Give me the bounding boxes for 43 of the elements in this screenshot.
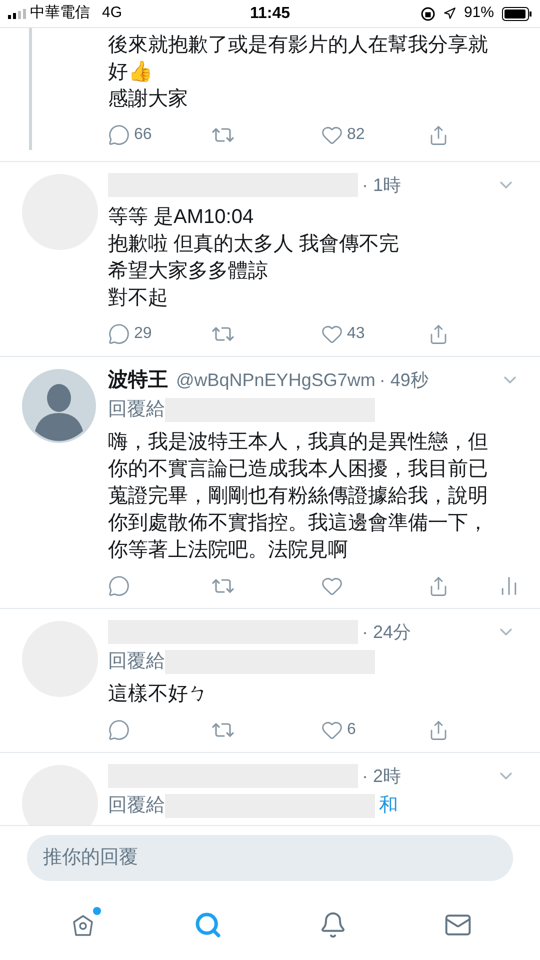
reply-field[interactable]: 推你的回覆 — [27, 835, 513, 881]
reply-to-conjunction: 和 — [379, 794, 398, 818]
share-icon[interactable] — [428, 720, 449, 740]
tweet-text: 這樣不好ㄅ — [108, 682, 209, 707]
user-handle: @wBqNPnEYHgSG7wm — [176, 368, 376, 392]
reply-icon[interactable] — [108, 575, 130, 597]
like-icon[interactable] — [321, 719, 343, 741]
bell-icon — [318, 911, 346, 939]
like-icon[interactable] — [321, 575, 343, 597]
search-icon — [194, 911, 222, 939]
reply-to-label: 回覆給 — [108, 794, 165, 818]
reply-icon[interactable] — [108, 124, 130, 146]
display-name[interactable]: 波特王 — [108, 365, 168, 395]
reply-count: 66 — [134, 125, 152, 145]
tweet-text: 後來就抱歉了或是有影片的人在幫我分享就 好👍 感謝大家 — [108, 33, 489, 112]
tweet-text: 等等 是AM10:04 抱歉啦 但真的太多人 我會傳不完 希望大家多多體諒 對不起 — [108, 205, 400, 311]
signal-icon — [8, 8, 26, 18]
carrier-name: 中華電信 — [30, 3, 90, 24]
share-icon[interactable] — [428, 324, 449, 344]
like-icon[interactable] — [321, 124, 343, 146]
clock: 11:45 — [248, 4, 292, 24]
reply-to-label: 回覆給 — [108, 650, 165, 674]
reply-icon[interactable] — [108, 323, 130, 345]
like-count: 6 — [347, 720, 356, 740]
network-type: 4G — [102, 3, 122, 24]
battery-percent: 91% — [464, 3, 494, 24]
location-icon — [442, 7, 456, 20]
tweet-time: · 1時 — [362, 174, 402, 196]
reply-count: 29 — [134, 324, 152, 344]
like-icon[interactable] — [321, 323, 343, 345]
like-count: 82 — [347, 125, 365, 145]
battery-icon — [502, 6, 532, 20]
share-icon[interactable] — [428, 124, 449, 146]
share-icon[interactable] — [428, 576, 449, 596]
tweet-time: · 24分 — [362, 620, 412, 644]
tweet-text: 嗨，我是波特王本人，我真的是異性戀，但 你的不實言論已造成我本人困擾，我目前已 蒐證完畢，剛剛也有粉絲傳證據給我，說明 你到處散佈不實指控。我這邊會準備一下， 你等著上法院吧。法院見啊 — [108, 430, 489, 563]
tweet-time: · 2時 — [362, 764, 402, 788]
tweet-time: · 49秒 — [379, 368, 428, 392]
avatar-icon[interactable] — [22, 369, 96, 443]
reply-to-label: 回覆給 — [108, 398, 165, 422]
rotation-lock-icon — [420, 6, 435, 20]
like-count: 43 — [347, 324, 365, 344]
reply-icon[interactable] — [108, 719, 130, 741]
